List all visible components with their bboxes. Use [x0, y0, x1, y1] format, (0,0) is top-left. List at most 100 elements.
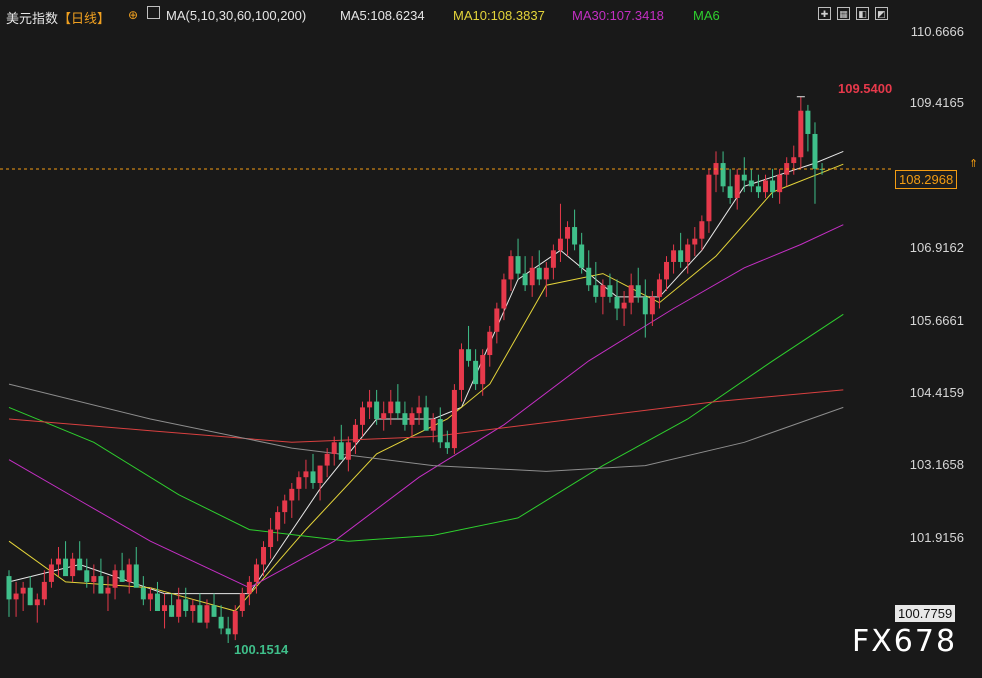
candle — [812, 122, 818, 204]
candle — [713, 151, 719, 193]
candle — [755, 174, 761, 198]
candle-body — [289, 488, 295, 501]
y-tick-label: 110.6666 — [910, 24, 964, 39]
candle — [494, 302, 500, 344]
chart-icon[interactable]: ◩ — [875, 7, 888, 20]
candle-body — [98, 576, 104, 594]
candle-body — [614, 296, 620, 309]
candle — [678, 232, 684, 268]
candle-body — [755, 186, 761, 193]
candle-body — [296, 477, 302, 489]
candle-body — [225, 628, 231, 635]
candle-body — [720, 163, 726, 187]
candle — [593, 261, 599, 303]
candle-body — [204, 605, 210, 623]
candle — [190, 599, 196, 623]
indicator-icon[interactable] — [147, 6, 160, 19]
candle — [600, 279, 606, 315]
crosshair-icon[interactable]: ⊕ — [128, 8, 138, 22]
candle-body — [437, 419, 443, 443]
candle-body — [685, 244, 691, 262]
y-tick-label: 106.9162 — [909, 240, 964, 255]
candle — [296, 471, 302, 501]
instrument-name: 美元指数 — [6, 11, 59, 26]
candle — [55, 547, 61, 577]
candle-body — [494, 308, 500, 332]
candle — [656, 273, 662, 309]
candle — [550, 244, 556, 280]
panel-icon[interactable]: ◧ — [856, 7, 869, 20]
ma-line-ma10 — [8, 163, 844, 612]
candle-body — [232, 611, 238, 635]
candle — [734, 168, 740, 210]
candle-body — [345, 442, 351, 460]
candle-body — [458, 349, 464, 390]
candlestick-chart[interactable] — [0, 0, 982, 678]
candle-body — [501, 279, 507, 309]
candle-body — [303, 471, 309, 478]
candle — [628, 273, 634, 315]
candle-body — [529, 267, 535, 286]
candle-body — [762, 180, 768, 193]
candle — [183, 587, 189, 617]
candle-body — [791, 157, 797, 164]
candle-body — [444, 442, 450, 449]
candle — [303, 459, 309, 489]
candle — [345, 436, 351, 472]
price-marker-icon: ⇑ — [969, 158, 979, 170]
candle — [579, 232, 585, 274]
candle — [225, 616, 231, 643]
candle-body — [812, 133, 818, 169]
candle — [105, 576, 111, 612]
candle-body — [579, 244, 585, 268]
candle — [381, 401, 387, 431]
candle — [572, 209, 578, 251]
candle-body — [409, 413, 415, 425]
candle — [282, 494, 288, 524]
candle-body — [621, 302, 627, 309]
candle — [169, 593, 175, 617]
ma-spec-label[interactable]: MA(5,10,30,60,100,200) — [166, 8, 306, 23]
y-tick-label: 105.6661 — [909, 313, 964, 328]
grid-icon[interactable]: ▦ — [837, 7, 850, 20]
candle-body — [55, 558, 61, 565]
candle — [402, 401, 408, 431]
expand-icon[interactable]: ✚ — [818, 7, 831, 20]
candle — [522, 256, 528, 292]
candle — [409, 407, 415, 437]
y-tick-label: 109.4165 — [909, 95, 964, 110]
candle — [34, 593, 40, 623]
candle — [543, 261, 549, 297]
candle — [275, 506, 281, 542]
candle-body — [678, 250, 684, 262]
candles — [6, 96, 825, 643]
candle — [289, 483, 295, 518]
candle — [360, 401, 365, 437]
candle-body — [805, 110, 811, 134]
candle-body — [239, 593, 245, 612]
candle — [706, 168, 712, 233]
candle-body — [261, 547, 267, 565]
candle — [515, 238, 521, 280]
candle-body — [20, 587, 26, 594]
ma-line-ma5 — [8, 150, 844, 595]
candle-body — [508, 256, 514, 280]
candle — [352, 419, 358, 454]
candle — [268, 517, 274, 559]
candle-body — [352, 424, 358, 443]
candle-body — [671, 250, 677, 262]
candle-body — [310, 471, 316, 484]
candle-body — [388, 401, 394, 414]
candle-body — [246, 581, 252, 594]
candle-body — [70, 558, 76, 577]
candle — [98, 558, 104, 594]
candle — [586, 250, 592, 292]
last-low-label: 100.7759 — [895, 605, 956, 622]
candle — [27, 576, 33, 606]
period-label[interactable]: 【日线】 — [58, 8, 110, 27]
candle-body — [395, 401, 401, 414]
candle-body — [430, 419, 436, 431]
candle-body — [515, 256, 521, 274]
candle-body — [381, 413, 387, 420]
candle — [63, 541, 69, 577]
